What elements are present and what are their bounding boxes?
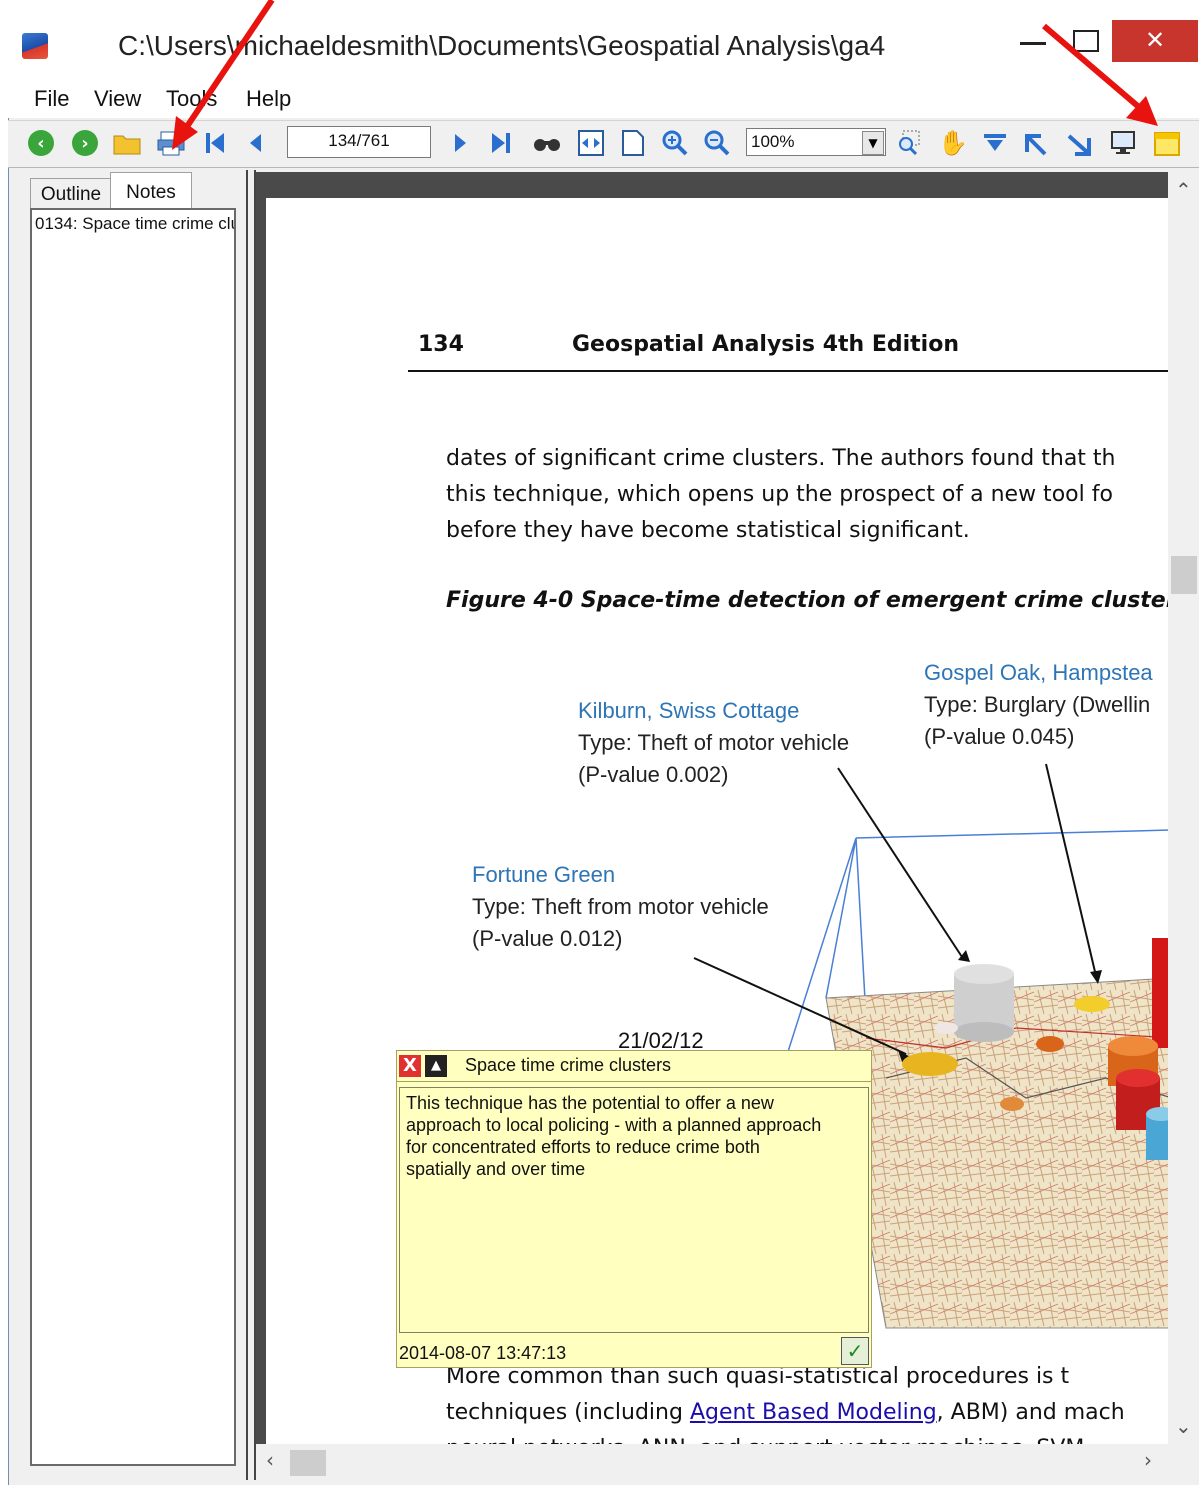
- body-text: , ABM) and mach: [936, 1400, 1125, 1425]
- rotate-right-button[interactable]: [1064, 128, 1094, 158]
- scroll-left-icon[interactable]: ‹: [266, 1448, 274, 1472]
- forward-button[interactable]: ›: [70, 128, 100, 158]
- print-icon: [157, 131, 185, 156]
- horizontal-scrollbar[interactable]: [256, 1444, 1168, 1480]
- menu-tools[interactable]: Tools: [166, 86, 217, 112]
- last-page-icon: [492, 133, 510, 153]
- maximize-button[interactable]: [1073, 30, 1099, 52]
- hand-tool-button[interactable]: ✋: [938, 128, 968, 158]
- horizontal-scroll-thumb[interactable]: [290, 1450, 326, 1476]
- menu-file[interactable]: File: [34, 86, 69, 112]
- body-text: techniques (including: [446, 1400, 690, 1425]
- vertical-scrollbar[interactable]: [1168, 172, 1199, 1444]
- zoom-in-icon: [662, 130, 688, 156]
- find-button[interactable]: [532, 128, 562, 158]
- find-icon: [534, 139, 560, 151]
- scroll-down-icon[interactable]: ⌄: [1175, 1414, 1192, 1438]
- hand-icon: ✋: [938, 129, 968, 157]
- fit-page-icon: [622, 130, 644, 156]
- panel-splitter[interactable]: [246, 170, 256, 1480]
- note-title[interactable]: Space time crime clusters: [465, 1055, 671, 1076]
- fit-width-button[interactable]: [576, 128, 606, 158]
- minimize-button[interactable]: [1020, 42, 1046, 45]
- notes-icon: [1154, 132, 1180, 156]
- notes-button[interactable]: [1152, 128, 1182, 158]
- notes-list-item[interactable]: 0134: Space time crime clu: [35, 214, 234, 234]
- note-ok-button[interactable]: ✓: [841, 1337, 869, 1365]
- prev-page-button[interactable]: [240, 128, 270, 158]
- open-button[interactable]: [112, 128, 142, 158]
- scroll-right-icon[interactable]: ›: [1144, 1448, 1152, 1472]
- fullscreen-icon: [1111, 131, 1135, 154]
- last-page-button[interactable]: [486, 128, 516, 158]
- scroll-up-icon[interactable]: ⌃: [1175, 178, 1192, 202]
- note-timestamp: 2014-08-07 13:47:13: [399, 1343, 567, 1363]
- zoom-select-button[interactable]: [894, 128, 924, 158]
- rotate-right-icon: [1067, 134, 1091, 156]
- notes-list: 0134: Space time crime clu: [30, 208, 236, 1466]
- next-page-icon: [455, 134, 466, 152]
- first-page-icon: [206, 133, 224, 153]
- prev-page-icon: [250, 134, 261, 152]
- body-line: neural networks, ANN, and support vector…: [446, 1436, 1084, 1444]
- rotate-left-button[interactable]: [1022, 128, 1052, 158]
- zoom-out-icon: [704, 130, 730, 156]
- menu-view[interactable]: View: [94, 86, 141, 112]
- zoom-select-icon: [899, 130, 920, 156]
- menu-help[interactable]: Help: [246, 86, 291, 112]
- rotate-left-icon: [1025, 134, 1047, 156]
- fit-page-button[interactable]: [618, 128, 648, 158]
- tab-notes[interactable]: Notes: [110, 172, 192, 211]
- note-collapse-button[interactable]: ▲: [425, 1055, 447, 1077]
- back-button[interactable]: ‹: [26, 128, 56, 158]
- page-number-field[interactable]: 134/761: [287, 126, 431, 158]
- window-title: C:\Users\michaeldesmith\Documents\Geospa…: [118, 30, 886, 61]
- next-page-button[interactable]: [446, 128, 476, 158]
- close-button[interactable]: ✕: [1112, 20, 1198, 62]
- open-folder-icon: [113, 135, 141, 155]
- zoom-in-button[interactable]: [660, 128, 690, 158]
- note-body-text[interactable]: This technique has the potential to offe…: [399, 1087, 869, 1333]
- zoom-out-button[interactable]: [702, 128, 732, 158]
- back-icon: ‹: [28, 130, 54, 156]
- agent-based-modeling-link[interactable]: Agent Based Modeling: [690, 1400, 937, 1425]
- rotate-down-icon: [984, 134, 1006, 151]
- fit-width-icon: [578, 130, 604, 156]
- note-close-button[interactable]: X: [399, 1055, 421, 1077]
- chevron-down-icon[interactable]: ▼: [862, 131, 884, 155]
- fullscreen-button[interactable]: [1108, 128, 1138, 158]
- note-popup[interactable]: X ▲ Space time crime clusters This techn…: [396, 1050, 872, 1368]
- app-icon: [22, 33, 48, 59]
- body-line: techniques (including Agent Based Modeli…: [446, 1400, 1125, 1425]
- tab-outline[interactable]: Outline: [30, 178, 112, 209]
- print-button[interactable]: [156, 128, 186, 158]
- forward-icon: ›: [72, 130, 98, 156]
- rotate-down-button[interactable]: [980, 128, 1010, 158]
- first-page-button[interactable]: [200, 128, 230, 158]
- vertical-scroll-thumb[interactable]: [1171, 556, 1197, 594]
